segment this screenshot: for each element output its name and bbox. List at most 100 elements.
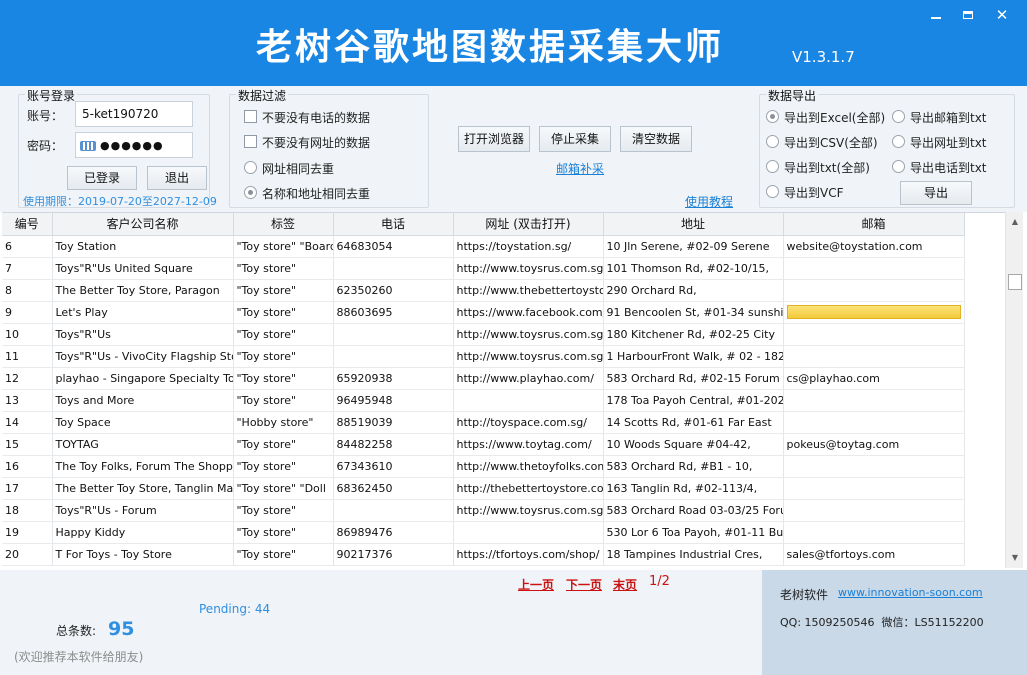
col-header-address[interactable]: 地址: [603, 213, 784, 236]
cell-email[interactable]: [783, 499, 965, 522]
cell-address[interactable]: 178 Toa Payoh Central, #01-202,: [603, 389, 784, 412]
cell-website[interactable]: https://www.toytag.com/: [453, 433, 604, 456]
cell-tag[interactable]: "Toy store": [233, 389, 334, 412]
table-row[interactable]: 20 T For Toys - Toy Store "Toy store" 90217…: [2, 543, 965, 566]
cell-company[interactable]: Toy Space: [52, 411, 234, 434]
cell-tag[interactable]: "Toy store": [233, 323, 334, 346]
cell-phone[interactable]: 86989476: [333, 521, 454, 544]
export-excel-radio[interactable]: [766, 110, 779, 123]
next-page-link[interactable]: 下一页: [566, 576, 602, 593]
cell-number[interactable]: 14: [2, 411, 53, 434]
table-scrollbar[interactable]: ▲ ▼: [1005, 212, 1023, 568]
cell-company[interactable]: Toy Station: [52, 235, 234, 258]
col-header-website[interactable]: 网址 (双击打开): [453, 213, 604, 236]
cell-number[interactable]: 19: [2, 521, 53, 544]
cell-number[interactable]: 12: [2, 367, 53, 390]
cell-tag[interactable]: "Toy store": [233, 433, 334, 456]
cell-email[interactable]: sales@tfortoys.com: [783, 543, 965, 566]
export-csv-radio[interactable]: [766, 135, 779, 148]
vendor-site-link[interactable]: www.innovation-soon.com: [838, 586, 983, 599]
minimize-button[interactable]: [922, 6, 950, 24]
cell-company[interactable]: The Better Toy Store, Paragon: [52, 279, 234, 302]
cell-website[interactable]: http://www.thebettertoystor: [453, 279, 604, 302]
email-supplement-link[interactable]: 邮箱补采: [556, 160, 604, 177]
cell-tag[interactable]: "Toy store": [233, 345, 334, 368]
cell-website[interactable]: http://thebettertoystore.com: [453, 477, 604, 500]
cell-email[interactable]: [783, 279, 965, 302]
cell-phone[interactable]: 65920938: [333, 367, 454, 390]
table-row[interactable]: 12 playhao - Singapore Specialty Toy "Toy …: [2, 367, 965, 390]
cell-address[interactable]: 290 Orchard Rd,: [603, 279, 784, 302]
maximize-button[interactable]: [954, 6, 982, 24]
cell-tag[interactable]: "Toy store": [233, 543, 334, 566]
cell-number[interactable]: 13: [2, 389, 53, 412]
cell-number[interactable]: 15: [2, 433, 53, 456]
cell-company[interactable]: Toys"R"Us: [52, 323, 234, 346]
cell-email[interactable]: [783, 521, 965, 544]
cell-company[interactable]: The Better Toy Store, Tanglin Mall: [52, 477, 234, 500]
cell-tag[interactable]: "Toy store": [233, 257, 334, 280]
cell-address[interactable]: 18 Tampines Industrial Cres,: [603, 543, 784, 566]
cell-tag[interactable]: "Hobby store": [233, 411, 334, 434]
table-row[interactable]: 9 Let's Play "Toy store" 88603695 https://ww…: [2, 301, 965, 324]
table-row[interactable]: 15 TOYTAG "Toy store" 84482258 https://www.t…: [2, 433, 965, 456]
cell-email[interactable]: [783, 477, 965, 500]
cell-number[interactable]: 20: [2, 543, 53, 566]
password-input[interactable]: ●●●●●●: [75, 132, 193, 158]
cell-number[interactable]: 17: [2, 477, 53, 500]
prev-page-link[interactable]: 上一页: [518, 576, 554, 593]
cell-website[interactable]: http://www.toysrus.com.sg/: [453, 499, 604, 522]
cell-company[interactable]: Toys"R"Us - VivoCity Flagship Store: [52, 345, 234, 368]
cell-number[interactable]: 8: [2, 279, 53, 302]
cell-email[interactable]: [783, 301, 965, 324]
cell-address[interactable]: 163 Tanglin Rd, #02-113/4,: [603, 477, 784, 500]
cell-tag[interactable]: "Toy store": [233, 301, 334, 324]
cell-tag[interactable]: "Toy store": [233, 279, 334, 302]
cell-number[interactable]: 10: [2, 323, 53, 346]
cell-email[interactable]: [783, 455, 965, 478]
table-row[interactable]: 8 The Better Toy Store, Paragon "Toy store…: [2, 279, 965, 302]
cell-company[interactable]: Toys"R"Us United Square: [52, 257, 234, 280]
cell-number[interactable]: 6: [2, 235, 53, 258]
cell-email[interactable]: [783, 257, 965, 280]
cell-website[interactable]: http://toyspace.com.sg/: [453, 411, 604, 434]
cell-email[interactable]: pokeus@toytag.com: [783, 433, 965, 456]
export-phone-txt-radio[interactable]: [892, 160, 905, 173]
cell-company[interactable]: Let's Play: [52, 301, 234, 324]
cell-website[interactable]: https://toystation.sg/: [453, 235, 604, 258]
dedupe-url-radio[interactable]: [244, 161, 257, 174]
cell-company[interactable]: playhao - Singapore Specialty Toy: [52, 367, 234, 390]
cell-website[interactable]: http://www.playhao.com/: [453, 367, 604, 390]
cell-company[interactable]: Happy Kiddy: [52, 521, 234, 544]
cell-company[interactable]: The Toy Folks, Forum The Shopping: [52, 455, 234, 478]
cell-website[interactable]: http://www.thetoyfolks.com/: [453, 455, 604, 478]
cell-number[interactable]: 16: [2, 455, 53, 478]
cell-website[interactable]: https://www.facebook.com/le: [453, 301, 604, 324]
logout-button[interactable]: 退出: [147, 166, 207, 190]
cell-phone[interactable]: 88519039: [333, 411, 454, 434]
cell-address[interactable]: 101 Thomson Rd, #02-10/15,: [603, 257, 784, 280]
cell-address[interactable]: 1 HarbourFront Walk, # 02 - 182 3: [603, 345, 784, 368]
cell-company[interactable]: Toys and More: [52, 389, 234, 412]
dedupe-name-address-radio[interactable]: [244, 186, 257, 199]
col-header-tag[interactable]: 标签: [233, 213, 334, 236]
cell-tag[interactable]: "Toy store" "Doll: [233, 477, 334, 500]
cell-number[interactable]: 9: [2, 301, 53, 324]
open-browser-button[interactable]: 打开浏览器: [458, 126, 530, 152]
cell-website[interactable]: http://www.toysrus.com.sg/: [453, 345, 604, 368]
table-row[interactable]: 10 Toys"R"Us "Toy store" http://www.toysrus…: [2, 323, 965, 346]
account-input[interactable]: 5-ket190720: [75, 101, 193, 127]
table-row[interactable]: 6 Toy Station "Toy store" "Board 64683054 ht…: [2, 235, 965, 258]
cell-number[interactable]: 18: [2, 499, 53, 522]
cell-website[interactable]: [453, 389, 604, 412]
cell-phone[interactable]: [333, 323, 454, 346]
table-row[interactable]: 17 The Better Toy Store, Tanglin Mall "Toy…: [2, 477, 965, 500]
cell-company[interactable]: TOYTAG: [52, 433, 234, 456]
cell-address[interactable]: 91 Bencoolen St, #01-34 sunshine: [603, 301, 784, 324]
cell-phone[interactable]: 62350260: [333, 279, 454, 302]
cell-company[interactable]: T For Toys - Toy Store: [52, 543, 234, 566]
cell-address[interactable]: 583 Orchard Rd, #02-15 Forum The: [603, 367, 784, 390]
table-row[interactable]: 11 Toys"R"Us - VivoCity Flagship Store "To…: [2, 345, 965, 368]
cell-email[interactable]: website@toystation.com: [783, 235, 965, 258]
export-vcf-radio[interactable]: [766, 185, 779, 198]
